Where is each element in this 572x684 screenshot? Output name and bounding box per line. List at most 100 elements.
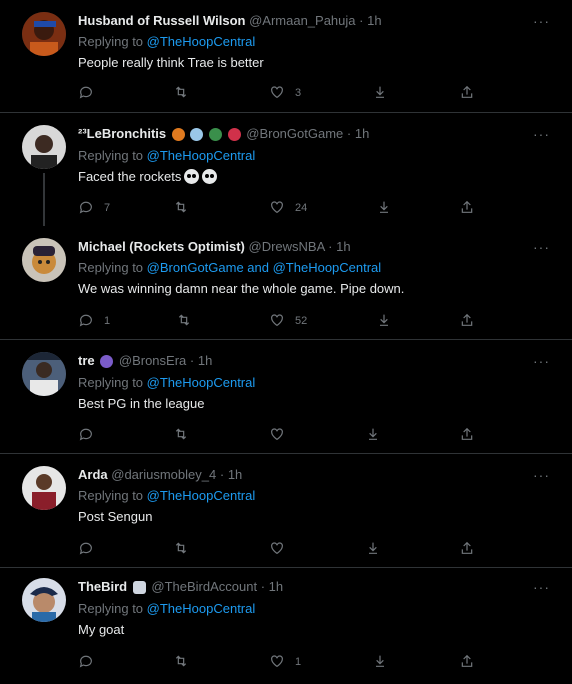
avatar[interactable] (22, 125, 66, 169)
replying-to-link[interactable]: @TheHoopCentral (147, 488, 256, 503)
more-options-icon[interactable]: ··· (533, 127, 550, 141)
skull-icon (184, 168, 200, 184)
share-button[interactable] (459, 199, 475, 217)
like-button[interactable]: 24 (269, 199, 307, 217)
reply-button[interactable] (78, 540, 104, 558)
tweet[interactable]: Husband of Russell Wilson @Armaan_Pahuja… (0, 0, 572, 113)
like-button[interactable] (269, 540, 295, 558)
tweet[interactable]: Michael (Rockets Optimist) @DrewsNBA · 1… (0, 226, 572, 340)
heart-icon (269, 540, 285, 559)
tweet-text: We was winning damn near the whole game.… (78, 281, 405, 296)
download-button[interactable] (372, 84, 388, 102)
tweet[interactable]: Arda @dariusmobley_4 · 1h Replying to @T… (0, 454, 572, 568)
action-bar: 3 (78, 84, 498, 102)
share-button[interactable] (459, 540, 475, 558)
retweet-button[interactable] (173, 426, 199, 444)
avatar[interactable] (22, 12, 66, 56)
user-handle[interactable]: @TheBirdAccount (151, 579, 257, 594)
share-icon (459, 199, 475, 218)
display-name[interactable]: tre (78, 353, 95, 368)
timestamp[interactable]: 1h (336, 239, 350, 254)
more-options-icon[interactable]: ··· (533, 580, 550, 594)
reply-button[interactable]: 7 (78, 199, 110, 217)
retweet-button[interactable] (173, 653, 199, 671)
avatar[interactable] (22, 238, 66, 282)
avatar[interactable] (22, 352, 66, 396)
avatar[interactable] (22, 578, 66, 622)
user-handle[interactable]: @DrewsNBA (249, 239, 325, 254)
tweet-text: Faced the rockets (78, 168, 552, 186)
share-icon (459, 653, 475, 672)
replying-to-link[interactable]: @TheHoopCentral (147, 375, 256, 390)
download-button[interactable] (372, 653, 388, 671)
retweet-button[interactable] (173, 84, 199, 102)
like-button[interactable]: 52 (269, 312, 307, 330)
share-button[interactable] (459, 84, 475, 102)
separator: · (189, 353, 195, 368)
share-button[interactable] (459, 653, 475, 671)
retweet-button[interactable] (173, 540, 199, 558)
like-count: 3 (295, 87, 302, 99)
reply-button[interactable] (78, 84, 104, 102)
retweet-icon (173, 84, 189, 103)
reply-button[interactable] (78, 426, 104, 444)
like-button[interactable]: 1 (269, 653, 301, 671)
tweet[interactable]: TheBird @TheBirdAccount · 1h Replying to… (0, 568, 572, 684)
display-name[interactable]: ²³LeBronchitis (78, 126, 166, 141)
like-button[interactable] (269, 426, 295, 444)
replying-to-link[interactable]: @BronGotGame and @TheHoopCentral (147, 260, 382, 275)
display-name[interactable]: TheBird (78, 579, 127, 594)
tweet-text: Best PG in the league (78, 395, 205, 411)
replying-to-link[interactable]: @TheHoopCentral (147, 601, 256, 616)
share-icon (459, 540, 475, 559)
share-button[interactable] (459, 426, 475, 444)
reply-button[interactable]: 1 (78, 312, 110, 330)
separator: · (328, 239, 333, 254)
replying-to: Replying to @TheHoopCentral (78, 374, 552, 392)
replying-to-link[interactable]: @TheHoopCentral (147, 34, 256, 49)
download-button[interactable] (376, 312, 392, 330)
user-handle[interactable]: @BronGotGame (246, 126, 343, 141)
share-button[interactable] (459, 312, 475, 330)
download-button[interactable] (365, 540, 381, 558)
globe-icon (209, 127, 222, 141)
tweet-text: My goat (78, 621, 125, 637)
timestamp[interactable]: 1h (269, 579, 283, 594)
reply-icon (78, 653, 94, 672)
download-button[interactable] (376, 199, 392, 217)
more-options-icon[interactable]: ··· (533, 14, 550, 28)
replying-to: Replying to @TheHoopCentral (78, 147, 552, 165)
retweet-button[interactable] (176, 312, 202, 330)
user-handle[interactable]: @BronsEra (119, 353, 186, 368)
tweet-text: Post Sengun (78, 509, 153, 524)
user-handle[interactable]: @dariusmobley_4 (111, 467, 216, 482)
replying-to: Replying to @TheHoopCentral (78, 487, 552, 505)
timestamp[interactable]: 1h (355, 126, 369, 141)
timestamp[interactable]: 1h (198, 353, 212, 368)
replying-prefix: Replying to (78, 147, 144, 163)
display-name[interactable]: Husband of Russell Wilson (78, 13, 245, 28)
replying-to-link[interactable]: @TheHoopCentral (147, 148, 256, 163)
retweet-icon (173, 653, 189, 672)
display-name[interactable]: Arda (78, 467, 108, 482)
tweet-text-content: Faced the rockets (78, 168, 182, 184)
tweet[interactable]: ²³LeBronchitis @BronGotGame · 1h Replyin… (0, 113, 572, 226)
more-options-icon[interactable]: ··· (533, 468, 550, 482)
more-options-icon[interactable]: ··· (533, 354, 550, 368)
more-options-icon[interactable]: ··· (533, 240, 550, 254)
reply-count: 1 (104, 315, 111, 327)
retweet-icon (173, 199, 189, 218)
like-button[interactable]: 3 (269, 84, 301, 102)
display-name[interactable]: Michael (Rockets Optimist) (78, 239, 245, 254)
user-handle[interactable]: @Armaan_Pahuja (249, 13, 355, 28)
basketball-icon (171, 127, 185, 141)
reply-count: 7 (104, 202, 111, 214)
avatar[interactable] (22, 466, 66, 510)
eagle-icon (132, 580, 146, 594)
timestamp[interactable]: 1h (228, 467, 242, 482)
download-button[interactable] (365, 426, 381, 444)
retweet-button[interactable] (173, 199, 199, 217)
tweet[interactable]: tre @BronsEra · 1h Replying to @TheHoopC… (0, 340, 572, 454)
reply-button[interactable] (78, 653, 104, 671)
timestamp[interactable]: 1h (367, 13, 381, 28)
